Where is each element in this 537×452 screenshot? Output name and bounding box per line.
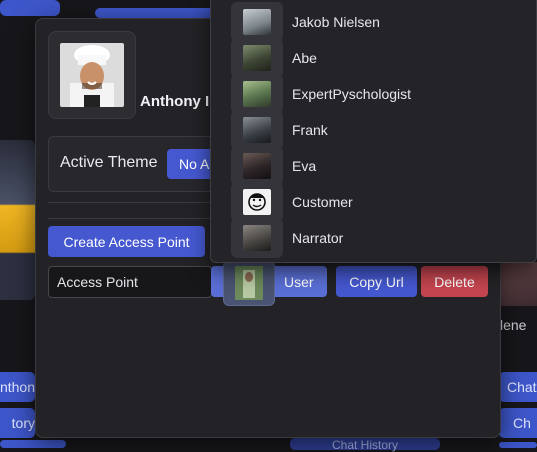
bg-bottom-right <box>499 442 537 448</box>
avatar <box>231 218 283 258</box>
portrait-icon <box>243 81 271 107</box>
user-button-label: User <box>284 274 314 290</box>
dropdown-item-frank[interactable]: Frank <box>211 110 536 150</box>
active-theme-label: Active Theme <box>60 154 158 171</box>
cartoon-face-icon <box>243 189 271 215</box>
bg-chat-history-button: Chat History <box>290 438 440 452</box>
delete-button[interactable]: Delete <box>421 266 488 297</box>
dropdown-item-narrator[interactable]: Narrator <box>211 218 536 258</box>
access-point-input[interactable] <box>48 266 212 298</box>
bg-bottom-left <box>0 440 66 448</box>
selected-user-avatar <box>223 260 275 306</box>
bg-right-button-2: Ch <box>499 408 537 438</box>
avatar <box>231 146 283 186</box>
avatar <box>231 182 283 222</box>
avatar <box>231 38 283 78</box>
profile-name: Anthony I <box>140 93 210 110</box>
user-dropdown-menu: Jakob Nielsen Abe ExpertPyschologist Fra… <box>210 0 537 263</box>
bg-left-button-1: nthon <box>0 372 35 402</box>
portrait-icon <box>243 9 271 35</box>
avatar <box>231 2 283 42</box>
dropdown-item-label: Frank <box>292 122 328 138</box>
portrait-icon <box>243 117 271 143</box>
copy-url-button[interactable]: Copy Url <box>336 266 417 297</box>
dropdown-item-eva[interactable]: Eva <box>211 146 536 186</box>
bg-left-button-2: tory <box>0 408 35 438</box>
dropdown-item-label: Eva <box>292 158 317 174</box>
dropdown-item-label: Narrator <box>292 230 344 246</box>
avatar <box>231 74 283 114</box>
profile-avatar-frame[interactable] <box>48 31 136 119</box>
bg-robot-image <box>0 140 35 300</box>
bg-top-left-button <box>0 0 60 16</box>
dropdown-item-customer[interactable]: Customer <box>211 182 536 222</box>
chef-avatar <box>60 43 124 107</box>
avatar <box>231 110 283 150</box>
dropdown-item-label: Customer <box>292 194 353 210</box>
dropdown-item-jakob-nielsen[interactable]: Jakob Nielsen <box>211 2 536 42</box>
user-select-button[interactable]: User <box>211 260 327 306</box>
bg-right-image <box>498 262 537 306</box>
dropdown-item-abe[interactable]: Abe <box>211 38 536 78</box>
create-access-point-button[interactable]: Create Access Point <box>48 226 205 257</box>
portrait-icon <box>243 45 271 71</box>
portrait-icon <box>243 153 271 179</box>
dropdown-item-label: Jakob Nielsen <box>292 14 380 30</box>
bg-right-text: lene <box>500 317 527 333</box>
dropdown-item-label: ExpertPyschologist <box>292 86 412 102</box>
bg-top-button <box>95 8 215 18</box>
portrait-icon <box>243 225 271 251</box>
bg-right-button-1: Chat <box>499 372 537 402</box>
dropdown-item-label: Abe <box>292 50 317 66</box>
dropdown-item-expertpyschologist[interactable]: ExpertPyschologist <box>211 74 536 114</box>
